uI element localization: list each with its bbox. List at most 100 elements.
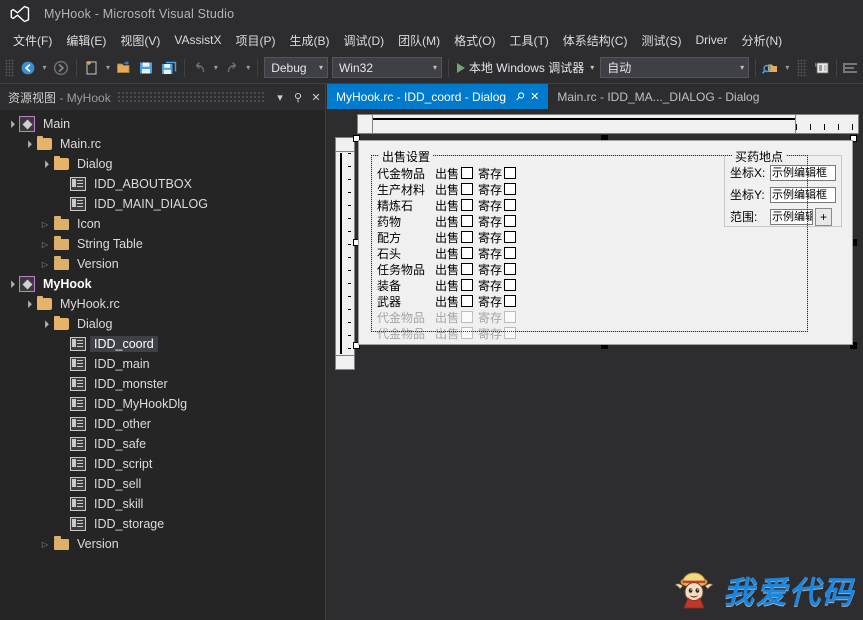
- buy-field-input[interactable]: 示例编辑框: [770, 209, 813, 225]
- sell-checkbox[interactable]: 出售: [435, 277, 473, 294]
- store-checkbox[interactable]: 寄存: [478, 165, 516, 182]
- start-debugging-button[interactable]: 本地 Windows 调试器 ▾: [453, 57, 598, 79]
- new-project-dropdown-icon[interactable]: ▾: [103, 56, 113, 80]
- expand-arrow-open-icon[interactable]: ◢: [37, 316, 53, 332]
- sell-checkbox[interactable]: 出售: [435, 197, 473, 214]
- checkbox-unchecked-icon[interactable]: [504, 183, 516, 195]
- toolbox-icon[interactable]: [841, 56, 863, 80]
- expand-arrow-open-icon[interactable]: ◢: [3, 116, 19, 132]
- tree-item-myhook-rc[interactable]: ◢MyHook.rc: [0, 294, 325, 314]
- resource-tree[interactable]: ◢Main◢Main.rc◢DialogIDD_ABOUTBOXIDD_MAIN…: [0, 110, 325, 620]
- menu-item-分析n[interactable]: 分析(N): [734, 29, 789, 52]
- close-icon[interactable]: ✕: [307, 87, 325, 107]
- spin-button[interactable]: +: [815, 208, 832, 226]
- store-checkbox[interactable]: 寄存: [478, 181, 516, 198]
- navigate-back-icon[interactable]: [17, 56, 39, 80]
- menu-item-driver[interactable]: Driver: [688, 30, 734, 50]
- expand-arrow-open-icon[interactable]: ◢: [3, 276, 19, 292]
- menu-item-体系结构c[interactable]: 体系结构(C): [556, 29, 635, 52]
- tree-item-idd_script[interactable]: IDD_script: [0, 454, 325, 474]
- tree-item-idd_skill[interactable]: IDD_skill: [0, 494, 325, 514]
- checkbox-unchecked-icon[interactable]: [461, 199, 473, 211]
- tree-item-idd_main[interactable]: IDD_main: [0, 354, 325, 374]
- checkbox-unchecked-icon[interactable]: [461, 167, 473, 179]
- store-checkbox[interactable]: 寄存: [478, 261, 516, 278]
- checkbox-unchecked-icon[interactable]: [504, 247, 516, 259]
- expand-arrow-closed-icon[interactable]: ▷: [38, 220, 52, 229]
- store-checkbox[interactable]: 寄存: [478, 197, 516, 214]
- checkbox-unchecked-icon[interactable]: [504, 263, 516, 275]
- tree-item-main-rc[interactable]: ◢Main.rc: [0, 134, 325, 154]
- tree-item-version[interactable]: ▷Version: [0, 254, 325, 274]
- menu-item-团队m[interactable]: 团队(M): [391, 29, 447, 52]
- tree-item-idd_other[interactable]: IDD_other: [0, 414, 325, 434]
- tree-item-dialog[interactable]: ◢Dialog: [0, 314, 325, 334]
- tree-item-icon[interactable]: ▷Icon: [0, 214, 325, 234]
- tree-item-idd_coord[interactable]: IDD_coord: [0, 334, 325, 354]
- save-all-icon[interactable]: [157, 56, 179, 80]
- store-checkbox[interactable]: 寄存: [478, 293, 516, 310]
- store-checkbox[interactable]: 寄存: [478, 229, 516, 246]
- find-dropdown-icon[interactable]: ▾: [782, 56, 792, 80]
- design-dialog-idd-coord[interactable]: 出售设置 代金物品出售寄存生产材料出售寄存精炼石出售寄存药物出售寄存配方出售寄存…: [358, 140, 853, 345]
- deploy-combo[interactable]: 自动 ▾: [600, 57, 749, 78]
- checkbox-unchecked-icon[interactable]: [461, 263, 473, 275]
- navigate-back-dropdown-icon[interactable]: ▾: [39, 56, 49, 80]
- chevron-down-icon[interactable]: ▾: [590, 63, 594, 72]
- tree-item-idd_main_dialog[interactable]: IDD_MAIN_DIALOG: [0, 194, 325, 214]
- open-file-icon[interactable]: [113, 56, 135, 80]
- menu-item-测试s[interactable]: 测试(S): [634, 29, 688, 52]
- sell-checkbox[interactable]: 出售: [435, 261, 473, 278]
- menu-item-编辑e[interactable]: 编辑(E): [59, 29, 113, 52]
- tree-item-idd_monster[interactable]: IDD_monster: [0, 374, 325, 394]
- undo-dropdown-icon[interactable]: ▾: [211, 56, 221, 80]
- redo-icon[interactable]: [221, 56, 243, 80]
- checkbox-unchecked-icon[interactable]: [461, 247, 473, 259]
- menu-item-工具t[interactable]: 工具(T): [502, 29, 555, 52]
- menu-item-vassistx[interactable]: VAssistX: [167, 30, 228, 50]
- groupbox-buy-location[interactable]: 买药地点 坐标X:示例编辑框坐标Y:示例编辑框范围:示例编辑框+: [724, 149, 842, 227]
- tree-item-idd_safe[interactable]: IDD_safe: [0, 434, 325, 454]
- tree-item-main[interactable]: ◢Main: [0, 114, 325, 134]
- expand-arrow-closed-icon[interactable]: ▷: [38, 240, 52, 249]
- tree-item-dialog[interactable]: ◢Dialog: [0, 154, 325, 174]
- expand-arrow-closed-icon[interactable]: ▷: [38, 260, 52, 269]
- expand-arrow-open-icon[interactable]: ◢: [37, 156, 53, 172]
- tree-item-idd_storage[interactable]: IDD_storage: [0, 514, 325, 534]
- checkbox-unchecked-icon[interactable]: [461, 279, 473, 291]
- properties-window-icon[interactable]: [810, 56, 832, 80]
- new-project-icon[interactable]: [81, 56, 103, 80]
- expand-arrow-open-icon[interactable]: ◢: [20, 136, 36, 152]
- buy-field-input[interactable]: 示例编辑框: [770, 187, 836, 203]
- expand-arrow-open-icon[interactable]: ◢: [20, 296, 36, 312]
- undo-icon[interactable]: [189, 56, 211, 80]
- checkbox-unchecked-icon[interactable]: [461, 231, 473, 243]
- sell-checkbox[interactable]: 出售: [435, 293, 473, 310]
- editor-tab-2[interactable]: Main.rc - IDD_MA..._DIALOG - Dialog: [548, 84, 772, 109]
- menu-item-视图v[interactable]: 视图(V): [113, 29, 167, 52]
- checkbox-unchecked-icon[interactable]: [461, 295, 473, 307]
- checkbox-unchecked-icon[interactable]: [504, 295, 516, 307]
- tree-item-idd_aboutbox[interactable]: IDD_ABOUTBOX: [0, 174, 325, 194]
- sell-checkbox[interactable]: 出售: [435, 165, 473, 182]
- sell-checkbox[interactable]: 出售: [435, 213, 473, 230]
- store-checkbox[interactable]: 寄存: [478, 245, 516, 262]
- checkbox-unchecked-icon[interactable]: [461, 215, 473, 227]
- tree-item-idd_sell[interactable]: IDD_sell: [0, 474, 325, 494]
- tree-item-idd_myhookdlg[interactable]: IDD_MyHookDlg: [0, 394, 325, 414]
- checkbox-unchecked-icon[interactable]: [461, 183, 473, 195]
- checkbox-unchecked-icon[interactable]: [504, 167, 516, 179]
- store-checkbox[interactable]: 寄存: [478, 213, 516, 230]
- menu-item-调试d[interactable]: 调试(D): [336, 29, 391, 52]
- save-icon[interactable]: [135, 56, 157, 80]
- tree-item-string-table[interactable]: ▷String Table: [0, 234, 325, 254]
- checkbox-unchecked-icon[interactable]: [504, 215, 516, 227]
- buy-field-input[interactable]: 示例编辑框: [770, 165, 836, 181]
- sell-checkbox[interactable]: 出售: [435, 245, 473, 262]
- menu-item-项目p[interactable]: 项目(P): [228, 29, 282, 52]
- dialog-designer-canvas[interactable]: 出售设置 代金物品出售寄存生产材料出售寄存精炼石出售寄存药物出售寄存配方出售寄存…: [327, 109, 863, 620]
- expand-arrow-closed-icon[interactable]: ▷: [38, 540, 52, 549]
- checkbox-unchecked-icon[interactable]: [504, 199, 516, 211]
- tree-item-version[interactable]: ▷Version: [0, 534, 325, 554]
- menu-item-格式o[interactable]: 格式(O): [447, 29, 502, 52]
